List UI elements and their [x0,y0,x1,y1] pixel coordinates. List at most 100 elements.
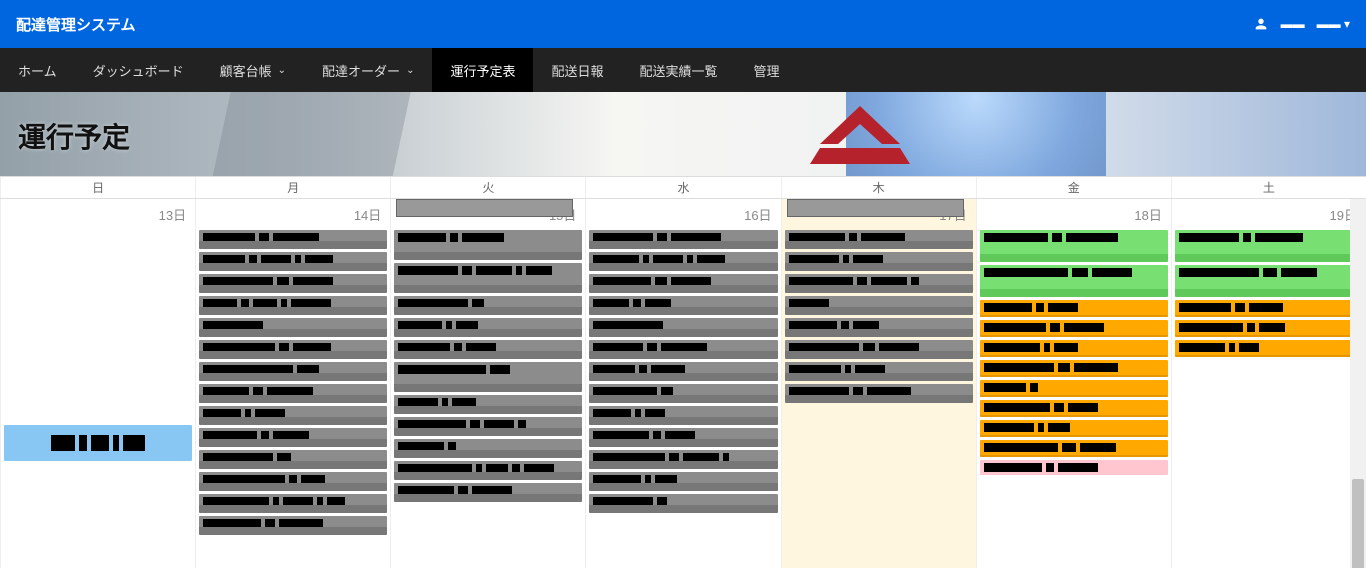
calendar-event[interactable] [785,340,973,359]
date-header: 18日 [980,201,1168,227]
calendar-event[interactable] [394,296,582,315]
calendar-event[interactable] [980,340,1168,357]
calendar-event[interactable] [785,318,973,337]
calendar-event[interactable] [199,406,387,425]
day-column-0: 13日 [0,199,195,568]
calendar-event[interactable] [4,425,192,461]
user-dropdown[interactable]: ▬▬ ▾ [1317,17,1350,31]
calendar-event[interactable] [199,384,387,403]
calendar-event[interactable] [785,384,973,403]
calendar-event[interactable] [394,395,582,414]
calendar-event[interactable] [1175,300,1363,317]
overflow-event-tue[interactable] [396,199,573,217]
calendar-event[interactable] [394,230,582,260]
nav-tab-0[interactable]: ホーム [0,48,75,92]
calendar-event[interactable] [980,300,1168,317]
day-column-2: 15日 [390,199,585,568]
app-title: 配達管理システム [16,14,136,35]
calendar: 13日 14日15日16日17日18日 19日 [0,199,1366,568]
date-header: 16日 [589,201,777,227]
calendar-event[interactable] [199,274,387,293]
calendar-event[interactable] [589,274,777,293]
calendar-event[interactable] [394,318,582,337]
navbar: ホームダッシュボード顧客台帳⌄配達オーダー⌄運行予定表配送日報配送実績一覧管理 [0,48,1366,92]
calendar-event[interactable] [199,296,387,315]
calendar-event[interactable] [980,440,1168,457]
day-column-3: 16日 [585,199,780,568]
calendar-event[interactable] [589,362,777,381]
topbar: 配達管理システム ▬▬ ▬▬ ▾ [0,0,1366,48]
nav-tab-2[interactable]: 顧客台帳⌄ [202,48,304,92]
calendar-event[interactable] [199,494,387,513]
calendar-event[interactable] [980,460,1168,475]
calendar-event[interactable] [785,230,973,249]
calendar-event[interactable] [785,274,973,293]
nav-tab-5[interactable]: 配送日報 [533,48,621,92]
calendar-event[interactable] [980,420,1168,437]
day-column-1: 14日 [195,199,390,568]
calendar-event[interactable] [785,296,973,315]
calendar-event[interactable] [394,362,582,392]
calendar-event[interactable] [589,296,777,315]
calendar-event[interactable] [589,340,777,359]
calendar-event[interactable] [1175,340,1363,357]
day-column-6: 19日 [1171,199,1366,568]
calendar-event[interactable] [394,439,582,458]
calendar-event[interactable] [589,230,777,249]
calendar-event[interactable] [1175,230,1363,262]
date-header: 19日 [1175,201,1363,227]
chevron-down-icon: ⌄ [406,65,414,76]
calendar-event[interactable] [1175,320,1363,337]
calendar-event[interactable] [199,450,387,469]
calendar-event[interactable] [1175,265,1363,297]
calendar-event[interactable] [980,320,1168,337]
calendar-event[interactable] [199,362,387,381]
weekday-0: 日 [0,177,195,198]
nav-tab-7[interactable]: 管理 [736,48,798,92]
nav-tab-6[interactable]: 配送実績一覧 [621,48,735,92]
calendar-event[interactable] [980,230,1168,262]
weekday-5: 金 [976,177,1171,198]
calendar-event[interactable] [589,450,777,469]
calendar-event[interactable] [980,360,1168,377]
nav-tab-4[interactable]: 運行予定表 [432,48,533,92]
calendar-grid: 13日 14日15日16日17日18日 19日 [0,199,1366,568]
page-title: 運行予定 [0,92,1366,156]
calendar-event[interactable] [589,494,777,513]
weekday-2: 火 [390,177,585,198]
calendar-event[interactable] [785,362,973,381]
date-header: 13日 [4,201,192,227]
day-column-4: 17日 [781,199,976,568]
calendar-event[interactable] [199,340,387,359]
calendar-event[interactable] [394,263,582,293]
calendar-event[interactable] [980,400,1168,417]
overflow-event-thu[interactable] [787,199,964,217]
calendar-event[interactable] [394,340,582,359]
calendar-event[interactable] [589,428,777,447]
calendar-event[interactable] [785,252,973,271]
nav-tab-1[interactable]: ダッシュボード [75,48,202,92]
calendar-event[interactable] [589,318,777,337]
calendar-event[interactable] [199,252,387,271]
hero-banner: 運行予定 [0,92,1366,176]
calendar-event[interactable] [589,406,777,425]
calendar-event[interactable] [199,428,387,447]
user-menu[interactable]: ▬▬ ▬▬ ▾ [1253,16,1350,32]
calendar-event[interactable] [199,516,387,535]
calendar-event[interactable] [980,265,1168,297]
calendar-event[interactable] [980,380,1168,397]
weekday-6: 土 [1171,177,1366,198]
scrollbar-vertical[interactable] [1350,199,1366,568]
calendar-event[interactable] [394,483,582,502]
calendar-event[interactable] [589,384,777,403]
calendar-event[interactable] [589,472,777,491]
calendar-event[interactable] [394,461,582,480]
date-header: 14日 [199,201,387,227]
calendar-event[interactable] [199,230,387,249]
calendar-event[interactable] [199,472,387,491]
calendar-event[interactable] [394,417,582,436]
nav-tab-3[interactable]: 配達オーダー⌄ [304,48,432,92]
calendar-event[interactable] [589,252,777,271]
calendar-event[interactable] [199,318,387,337]
scrollbar-thumb[interactable] [1352,479,1364,568]
